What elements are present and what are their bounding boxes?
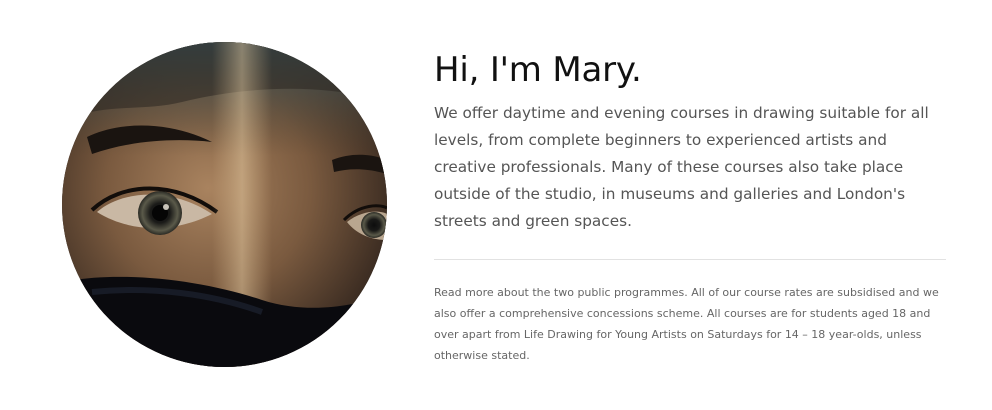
intro-paragraph: We offer daytime and evening courses in … [434,104,929,231]
portrait-photo [62,42,387,367]
intro-text: Hi, I'm Mary. We offer daytime and eveni… [434,48,946,366]
programme-note: Read more about the two public programme… [434,286,939,363]
divider [434,259,946,261]
about-section: Hi, I'm Mary. We offer daytime and eveni… [0,0,992,410]
page-title: Hi, I'm Mary. [434,50,642,90]
